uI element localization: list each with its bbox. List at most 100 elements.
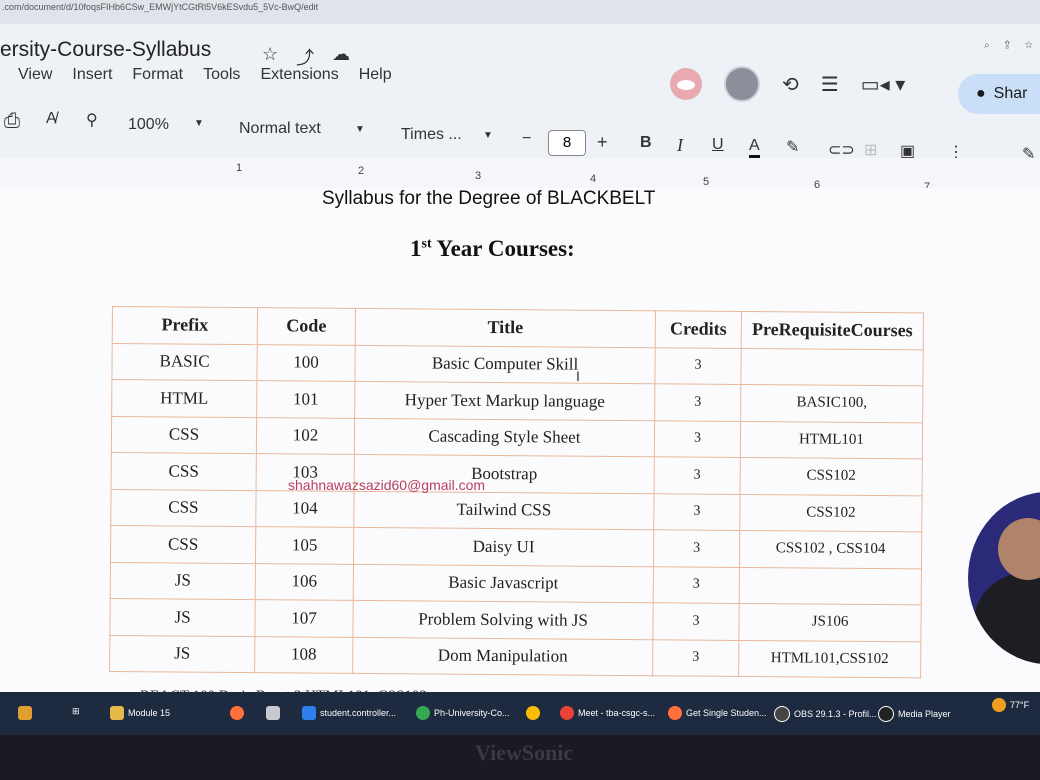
credits-cell[interactable]: 3 <box>653 493 741 531</box>
zoom-select[interactable]: 100% <box>128 116 169 134</box>
table-row[interactable]: JS 107 Problem Solving with JS 3 JS106 <box>109 598 922 642</box>
menu-view[interactable]: View <box>18 66 52 84</box>
table-row[interactable]: BASIC 100 Basic Computer Skill 3 <box>111 343 924 386</box>
menu-tools[interactable]: Tools <box>203 66 240 84</box>
table-row[interactable]: HTML 101 Hyper Text Markup language 3 BASIC1… <box>111 379 923 423</box>
share-button[interactable]: ● Shar <box>958 74 1040 114</box>
address-bar[interactable]: .com/document/d/10foqsFIHb6CSw_EMWjYtCGt… <box>0 0 1040 24</box>
menu-format[interactable]: Format <box>132 66 183 84</box>
prereq-cell[interactable]: CSS102 <box>740 457 923 496</box>
calendar-icon[interactable] <box>266 706 280 720</box>
prefix-cell[interactable]: JS <box>110 561 256 600</box>
prefix-cell[interactable]: CSS <box>110 525 256 564</box>
code-cell[interactable]: 106 <box>255 563 354 601</box>
code-cell[interactable]: 108 <box>254 636 353 674</box>
taskbar-item[interactable]: Meet - tba-csgc-s... <box>560 706 655 720</box>
credits-cell[interactable]: 3 <box>654 347 742 385</box>
font-select[interactable]: Times ... <box>401 126 462 144</box>
history-icon[interactable]: ⟲ <box>782 72 799 97</box>
font-dropdown-icon[interactable]: ▼ <box>483 130 493 141</box>
code-cell[interactable]: 101 <box>256 380 355 418</box>
taskbar-item[interactable]: student.controller... <box>302 706 396 720</box>
task-view-icon[interactable]: ⊞ <box>72 706 80 717</box>
title-cell[interactable]: Basic Computer Skill <box>354 344 656 384</box>
prereq-cell[interactable]: BASIC100, <box>740 384 923 423</box>
title-cell[interactable]: Dom Manipulation <box>352 636 653 676</box>
prereq-cell[interactable]: HTML101 <box>740 420 923 459</box>
taskbar-item[interactable]: Module 15 <box>110 706 170 720</box>
taskbar-item[interactable]: OBS 29.1.3 - Profil... <box>774 706 877 722</box>
prefix-cell[interactable]: JS <box>109 634 255 673</box>
prereq-cell[interactable]: CSS102 , CSS104 <box>739 530 922 569</box>
code-cell[interactable]: 100 <box>256 344 356 382</box>
code-cell[interactable]: 107 <box>254 599 354 637</box>
style-dropdown-icon[interactable]: ▼ <box>355 124 365 135</box>
firefox-icon[interactable] <box>230 706 244 720</box>
user-avatar[interactable] <box>724 66 760 102</box>
prefix-cell[interactable]: CSS <box>110 488 257 527</box>
anonymous-avatar[interactable] <box>670 68 702 100</box>
prefix-cell[interactable]: CSS <box>111 416 257 454</box>
title-cell[interactable]: Problem Solving with JS <box>352 600 654 640</box>
menu-insert[interactable]: Insert <box>72 66 112 84</box>
credits-cell[interactable]: 3 <box>654 420 741 458</box>
title-cell[interactable]: Hyper Text Markup language <box>354 381 655 421</box>
table-row[interactable]: CSS 105 Daisy UI 3 CSS102 , CSS104 <box>110 525 922 569</box>
prereq-cell[interactable] <box>740 347 924 386</box>
credits-cell[interactable]: 3 <box>652 602 740 640</box>
prefix-cell[interactable]: HTML <box>111 379 257 418</box>
taskbar-item[interactable]: Ph-University-Co... <box>416 706 510 720</box>
highlight-icon[interactable]: ✎ <box>786 137 799 157</box>
prefix-cell[interactable]: CSS <box>111 452 257 491</box>
credits-cell[interactable]: 3 <box>654 456 741 494</box>
title-cell[interactable]: Tailwind CSS <box>353 490 655 530</box>
credits-cell[interactable]: 3 <box>654 383 741 421</box>
video-call-icon[interactable]: ▭◂ ▾ <box>861 72 906 97</box>
course-table[interactable]: Prefix Code Title Credits PreRequisiteCo… <box>109 306 924 678</box>
font-size-input[interactable]: 8 <box>548 130 586 156</box>
comment-icon[interactable]: ☰ <box>821 72 839 97</box>
prereq-cell[interactable] <box>739 566 922 605</box>
prereq-cell[interactable]: HTML101,CSS102 <box>738 639 921 678</box>
text-color-button[interactable]: A <box>749 137 760 158</box>
table-row[interactable]: CSS 104 Tailwind CSS 3 CSS102 <box>110 488 923 532</box>
add-comment-icon[interactable]: ⊞ <box>864 140 877 160</box>
table-row[interactable]: CSS 103 Bootstrap 3 CSS102 <box>111 452 923 496</box>
credits-cell[interactable]: 3 <box>653 529 740 567</box>
prefix-cell[interactable]: BASIC <box>111 343 258 381</box>
prefix-cell[interactable]: JS <box>109 598 256 637</box>
table-row[interactable]: CSS 102 Cascading Style Sheet 3 HTML101 <box>111 416 923 459</box>
title-cell[interactable]: Cascading Style Sheet <box>354 417 655 457</box>
credits-cell[interactable]: 3 <box>652 639 739 677</box>
menu-help[interactable]: Help <box>359 66 392 84</box>
menu-extensions[interactable]: Extensions <box>260 66 338 84</box>
table-row[interactable]: JS 108 Dom Manipulation 3 HTML101,CSS102 <box>109 634 921 678</box>
underline-button[interactable]: U <box>712 136 724 154</box>
paint-format-icon[interactable]: ⚲ <box>86 110 98 130</box>
window-controls[interactable]: ⌕ ⇪ ☆ <box>984 40 1039 51</box>
print-icon[interactable]: ⎙ <box>4 110 20 133</box>
weather-widget[interactable]: 77°F <box>992 698 1029 712</box>
link-icon[interactable]: ⊂⊃ <box>828 140 855 160</box>
style-select[interactable]: Normal text <box>239 120 321 138</box>
code-cell[interactable]: 105 <box>255 526 354 564</box>
work-icon[interactable] <box>18 706 32 720</box>
credits-cell[interactable]: 3 <box>653 566 740 604</box>
spellcheck-icon[interactable]: A̸ <box>46 110 57 128</box>
zoom-dropdown-icon[interactable]: ▼ <box>194 118 204 129</box>
chrome-icon[interactable] <box>526 706 540 720</box>
italic-button[interactable]: I <box>677 135 683 156</box>
code-cell[interactable]: 104 <box>255 490 355 528</box>
table-row[interactable]: JS 106 Basic Javascript 3 <box>110 561 922 605</box>
title-cell[interactable]: Basic Javascript <box>353 563 654 603</box>
decrease-size-button[interactable]: − <box>522 130 531 148</box>
increase-size-button[interactable]: + <box>597 132 608 153</box>
title-cell[interactable]: Daisy UI <box>353 527 654 567</box>
prereq-cell[interactable]: JS106 <box>738 603 922 642</box>
prereq-cell[interactable]: CSS102 <box>739 493 923 532</box>
document-title[interactable]: ersity-Course-Syllabus <box>0 38 211 62</box>
code-cell[interactable]: 102 <box>256 417 355 455</box>
bold-button[interactable]: B <box>640 134 652 152</box>
ruler[interactable]: 1 2 3 4 5 6 7 <box>0 158 1040 193</box>
taskbar-item[interactable]: Media Player <box>878 706 951 722</box>
